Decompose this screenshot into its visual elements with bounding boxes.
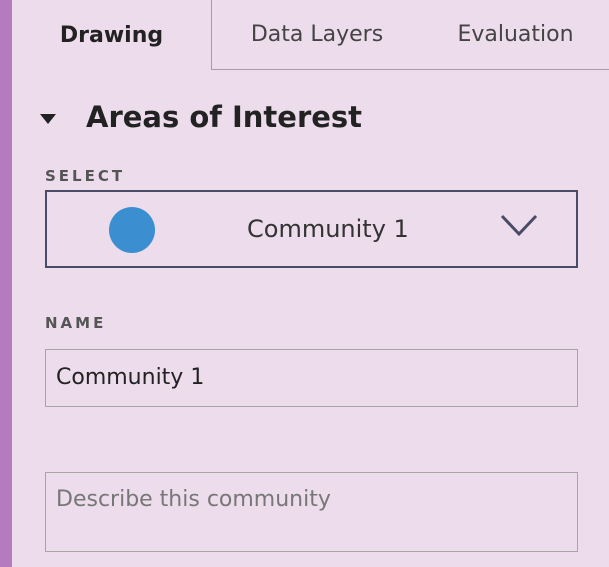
chevron-down-icon[interactable]: [498, 209, 540, 241]
select-label: SELECT: [45, 167, 126, 185]
selected-community: Community 1: [247, 215, 409, 243]
tab-bar: Drawing Data Layers Evaluation: [12, 0, 609, 70]
description-field[interactable]: Describe this community: [45, 472, 578, 552]
name-field[interactable]: Community 1: [45, 349, 578, 407]
drawing-panel: Drawing Data Layers Evaluation Areas of …: [12, 0, 609, 567]
areas-of-interest-header[interactable]: Areas of Interest: [40, 100, 362, 134]
community-color-swatch: [109, 207, 155, 253]
tab-drawing[interactable]: Drawing: [12, 0, 212, 70]
community-select[interactable]: Community 1: [45, 190, 578, 268]
name-label: NAME: [45, 314, 107, 332]
section-title: Areas of Interest: [86, 100, 363, 134]
tab-evaluation[interactable]: Evaluation: [422, 0, 609, 70]
caret-down-icon[interactable]: [40, 113, 56, 124]
tab-data-layers[interactable]: Data Layers: [212, 0, 422, 70]
